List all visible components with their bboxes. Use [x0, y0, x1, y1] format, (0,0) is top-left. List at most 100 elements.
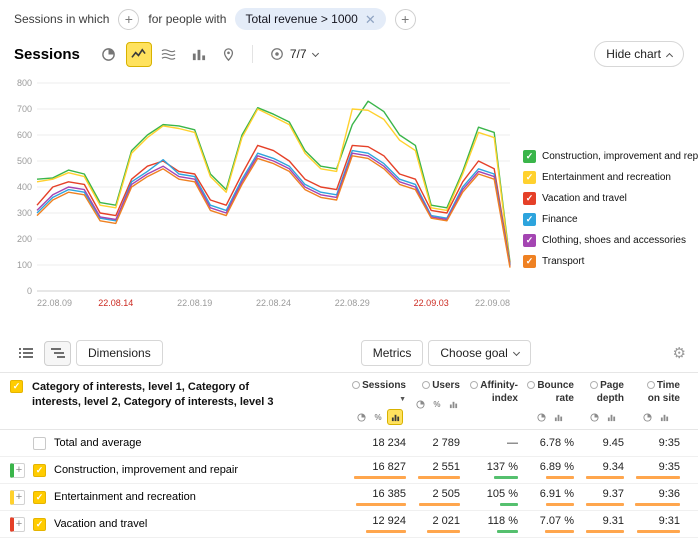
- legend-item[interactable]: ✓Transport: [523, 255, 696, 268]
- hide-chart-label: Hide chart: [606, 47, 661, 61]
- metric-cell: 9:36: [632, 488, 688, 506]
- column-header[interactable]: Page depth: [582, 380, 632, 424]
- remove-segment-icon[interactable]: ✕: [365, 13, 376, 26]
- legend-item[interactable]: ✓ Clothing, shoes and accessories: [523, 234, 696, 247]
- pie-mini-icon[interactable]: [414, 398, 427, 412]
- add-people-condition-button[interactable]: +: [395, 9, 416, 30]
- metric-cell: 6.91 %: [526, 488, 582, 506]
- row-label-cell: Total and average: [10, 437, 350, 450]
- row-checkbox[interactable]: ✓: [33, 518, 46, 531]
- segment-chip[interactable]: Total revenue > 1000 ✕: [235, 8, 385, 30]
- legend-item[interactable]: ✓Construction, improvement and repair: [523, 150, 696, 163]
- column-header[interactable]: Users%: [414, 380, 468, 412]
- column-header[interactable]: Affinity-index: [468, 380, 526, 424]
- table-rows: Total and average18 2342 789—6.78 %9.459…: [0, 430, 698, 538]
- bars-mini-icon[interactable]: [388, 410, 402, 424]
- map-chart-type-button[interactable]: [216, 42, 242, 67]
- sessions-chart-svg: 010020030040050060070080022.08.0922.08.1…: [10, 73, 515, 311]
- row-checkbox[interactable]: ✓: [33, 464, 46, 477]
- legend-checkbox[interactable]: ✓: [523, 234, 536, 247]
- metric-cell: 137 %: [468, 461, 526, 479]
- map-pin-icon: [221, 47, 236, 62]
- table-row[interactable]: +✓Vacation and travel12 9242 021118 %7.0…: [0, 511, 698, 538]
- sort-descending-icon[interactable]: ▼: [399, 396, 406, 403]
- expand-row-button[interactable]: +: [10, 517, 25, 532]
- value-bar: [356, 503, 406, 506]
- cell-value: 9:35: [634, 437, 680, 450]
- metric-cell: 9.34: [582, 461, 632, 479]
- column-header[interactable]: Bounce rate: [526, 380, 582, 424]
- value-bar: [546, 503, 574, 506]
- svg-text:700: 700: [17, 104, 32, 114]
- table-row[interactable]: +✓Entertainment and recreation16 3852 50…: [0, 484, 698, 511]
- metric-cell: 16 827: [350, 461, 414, 479]
- pie-mini-icon[interactable]: [535, 410, 549, 424]
- bars-mini-icon[interactable]: [447, 398, 460, 412]
- value-bar: [418, 476, 460, 479]
- value-bar: [354, 476, 406, 479]
- pie-chart-type-button[interactable]: [96, 42, 122, 67]
- table-header: ✓ Category of interests, level 1, Catego…: [0, 372, 698, 430]
- legend-checkbox[interactable]: ✓: [523, 192, 536, 205]
- value-bar: [637, 530, 680, 533]
- legend-item[interactable]: ✓Vacation and travel: [523, 192, 696, 205]
- metric-cell: —: [468, 437, 526, 450]
- metric-circle-icon: [470, 381, 478, 389]
- metric-cell: 2 021: [414, 515, 468, 533]
- expand-row-button[interactable]: +: [10, 490, 25, 505]
- dimensions-label: Dimensions: [88, 346, 151, 360]
- legend-label: Clothing, shoes and accessories: [542, 235, 686, 246]
- line-chart-icon: [131, 47, 146, 62]
- dimension-header-label[interactable]: Category of interests, level 1, Category…: [32, 380, 300, 411]
- row-checkbox[interactable]: [33, 437, 46, 450]
- bars-mini-icon[interactable]: [552, 410, 566, 424]
- metric-cell: 2 505: [414, 488, 468, 506]
- legend-item[interactable]: ✓Entertainment and recreation: [523, 171, 696, 184]
- expand-row-button[interactable]: +: [10, 463, 25, 478]
- line-chart-type-button[interactable]: [126, 42, 152, 67]
- legend-checkbox[interactable]: ✓: [523, 150, 536, 163]
- pie-mini-icon[interactable]: [588, 410, 602, 424]
- table-row[interactable]: +✓Construction, improvement and repair16…: [0, 457, 698, 484]
- column-header[interactable]: Sessions ▼%: [350, 380, 414, 424]
- value-bar: [494, 476, 518, 479]
- metric-circle-icon: [647, 381, 655, 389]
- column-display-mode-icons: [468, 410, 518, 424]
- flat-list-view-button[interactable]: [12, 341, 39, 366]
- column-chart-type-button[interactable]: [186, 42, 212, 67]
- percent-mini-icon[interactable]: %: [430, 398, 443, 412]
- add-session-condition-button[interactable]: +: [118, 9, 139, 30]
- metric-cell: 6.89 %: [526, 461, 582, 479]
- column-header[interactable]: Time on site: [632, 380, 688, 424]
- legend-item[interactable]: ✓Finance: [523, 213, 696, 226]
- hide-chart-button[interactable]: Hide chart: [594, 41, 684, 67]
- metrics-button[interactable]: Metrics: [361, 340, 424, 366]
- svg-text:22.09.03: 22.09.03: [414, 298, 449, 308]
- value-bar: [636, 476, 680, 479]
- cell-value: 2 505: [416, 488, 460, 501]
- percent-mini-icon[interactable]: %: [371, 410, 385, 424]
- table-toolbar: Dimensions Metrics Choose goal ⚙: [0, 335, 698, 372]
- metric-circle-icon: [352, 381, 360, 389]
- svg-text:22.08.19: 22.08.19: [177, 298, 212, 308]
- choose-goal-dropdown[interactable]: Choose goal: [428, 340, 530, 366]
- pie-mini-icon[interactable]: [354, 410, 368, 424]
- select-all-checkbox[interactable]: ✓: [10, 380, 23, 393]
- bars-mini-icon[interactable]: [658, 410, 672, 424]
- legend-checkbox[interactable]: ✓: [523, 171, 536, 184]
- legend-checkbox[interactable]: ✓: [523, 213, 536, 226]
- legend-checkbox[interactable]: ✓: [523, 255, 536, 268]
- row-label-cell: +✓Entertainment and recreation: [10, 490, 350, 505]
- series-visibility-dropdown[interactable]: 7/7: [263, 41, 325, 67]
- tree-view-button[interactable]: [44, 341, 71, 366]
- pie-mini-icon[interactable]: [641, 410, 655, 424]
- row-checkbox[interactable]: ✓: [33, 491, 46, 504]
- table-row[interactable]: Total and average18 2342 789—6.78 %9.459…: [0, 430, 698, 457]
- value-bar: [586, 476, 624, 479]
- svg-text:200: 200: [17, 234, 32, 244]
- svg-text:0: 0: [27, 286, 32, 296]
- bars-mini-icon[interactable]: [605, 410, 619, 424]
- dimensions-button[interactable]: Dimensions: [76, 340, 163, 366]
- table-settings-gear-icon[interactable]: ⚙: [673, 346, 686, 361]
- stacked-lines-chart-type-button[interactable]: [156, 42, 182, 67]
